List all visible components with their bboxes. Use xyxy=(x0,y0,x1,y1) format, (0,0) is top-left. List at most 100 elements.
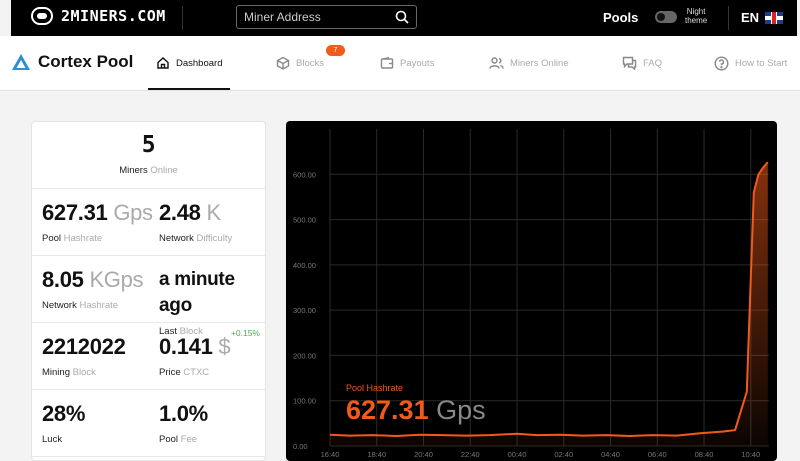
label-sub: Difficulty xyxy=(196,233,233,244)
label-main: Network xyxy=(42,300,77,311)
x-tick-label: 20:40 xyxy=(414,450,433,459)
x-tick-label: 00:40 xyxy=(508,450,527,459)
y-tick-label: 100.00 xyxy=(293,397,316,406)
label-main: Pool xyxy=(159,434,179,445)
chart-current-number: 627.31 xyxy=(346,395,429,425)
network-difficulty-unit: K xyxy=(206,200,221,225)
miner-logo-icon xyxy=(31,7,53,25)
pool-hashrate-unit: Gps xyxy=(113,200,153,225)
pool-fee-value: 1.0% xyxy=(159,401,208,426)
tab-payouts-label: Payouts xyxy=(400,57,435,69)
pool-stats-card: 5 Miners Online 627.31 Gps Pool Hashrate… xyxy=(31,121,266,461)
pools-menu[interactable]: Pools xyxy=(603,10,638,25)
y-tick-label: 600.00 xyxy=(293,170,316,179)
pool-hashrate-stat: 627.31 Gps Pool Hashrate xyxy=(42,200,153,244)
stats-row: 28% Luck 1.0% Pool Fee xyxy=(32,390,265,457)
tab-dashboard-label: Dashboard xyxy=(176,57,223,69)
last-block-value: a minute ago xyxy=(159,269,235,316)
price-change-badge: +0.15% xyxy=(230,328,260,338)
tab-faq[interactable]: FAQ xyxy=(622,56,662,70)
chart-current-unit: Gps xyxy=(436,395,486,425)
chat-icon xyxy=(622,56,637,70)
label-sub: Block xyxy=(72,367,96,378)
y-tick-label: 300.00 xyxy=(293,306,316,315)
users-icon xyxy=(489,57,504,69)
network-hashrate-stat: 8.05 KGps Network Hashrate xyxy=(42,267,144,311)
x-tick-label: 22:40 xyxy=(461,450,480,459)
pool-title[interactable]: Cortex Pool xyxy=(11,52,133,72)
top-bar: 2MINERS.COM Miner Address Pools Night th… xyxy=(11,0,797,36)
divider xyxy=(728,6,729,30)
chart-series-label: Pool Hashrate xyxy=(346,383,403,393)
network-hashrate-value: 8.05 xyxy=(42,267,84,292)
blocks-count-badge: 7 xyxy=(326,45,345,56)
brand-logo[interactable]: 2MINERS.COM xyxy=(31,7,166,25)
x-tick-label: 16:40 xyxy=(321,450,340,459)
label-main: Price xyxy=(159,367,181,378)
miners-online-stat: 5 Miners Online xyxy=(32,122,265,189)
night-label-line1: Night xyxy=(686,7,706,16)
tab-blocks[interactable]: Blocks xyxy=(276,56,324,70)
active-tab-indicator xyxy=(148,88,230,90)
tab-dashboard[interactable]: Dashboard xyxy=(156,56,222,70)
miners-online-label: Miners Online xyxy=(32,165,265,176)
label-main: Network xyxy=(159,233,194,244)
wallet-icon xyxy=(380,56,394,69)
night-theme-label: Night theme xyxy=(685,7,707,25)
mining-block-value: 2212022 xyxy=(42,334,126,359)
cube-icon xyxy=(276,56,290,70)
price-stat: 0.141 $ Price CTXC xyxy=(159,334,231,378)
pool-name: Cortex Pool xyxy=(38,52,134,71)
pool-navbar: Cortex Pool Dashboard Blocks 7 Payouts M… xyxy=(0,36,800,91)
pool-hashrate-chart[interactable]: 0.00 100.00 200.00 300.00 400.00 500.00 600.00… xyxy=(286,121,777,461)
night-theme-toggle[interactable] xyxy=(655,11,677,23)
language-selector[interactable]: EN xyxy=(741,10,784,25)
tab-faq-label: FAQ xyxy=(643,57,663,69)
miner-search[interactable]: Miner Address xyxy=(236,5,417,29)
y-tick-label: 200.00 xyxy=(293,351,316,360)
stats-row: 627.31 Gps Pool Hashrate 2.48 K Network … xyxy=(32,189,265,256)
x-tick-label: 08:40 xyxy=(695,450,714,459)
language-code: EN xyxy=(741,10,760,25)
label-main: Mining xyxy=(42,367,70,378)
tab-miners-online[interactable]: Miners Online xyxy=(489,56,569,70)
y-tick-label: 400.00 xyxy=(293,261,316,270)
y-tick-label: 500.00 xyxy=(293,216,316,225)
brand-name: 2MINERS.COM xyxy=(61,7,166,25)
pool-fee-stat: 1.0% Pool Fee xyxy=(159,401,208,445)
network-difficulty-value: 2.48 xyxy=(159,200,201,225)
uk-flag-icon xyxy=(765,11,784,24)
network-hashrate-unit: KGps xyxy=(89,267,144,292)
night-label-line2: theme xyxy=(685,16,708,25)
x-tick-label: 06:40 xyxy=(648,450,667,459)
label-main: Pool xyxy=(42,233,62,244)
chart-current-value: 627.31 Gps xyxy=(346,395,486,425)
label-sub: Fee xyxy=(180,434,198,445)
x-tick-label: 04:40 xyxy=(601,450,620,459)
tab-how-to-start[interactable]: How to Start xyxy=(714,56,787,71)
mining-block-stat: 2212022 Mining Block xyxy=(42,334,126,378)
stats-row: 2212022 Mining Block 0.141 $ Price CTXC … xyxy=(32,323,265,390)
network-difficulty-stat: 2.48 K Network Difficulty xyxy=(159,200,232,244)
divider xyxy=(182,6,183,30)
price-value: 0.141 xyxy=(159,334,213,359)
x-tick-label: 18:40 xyxy=(367,450,386,459)
x-tick-label: 02:40 xyxy=(554,450,573,459)
luck-value: 28% xyxy=(42,401,86,426)
tab-payouts[interactable]: Payouts xyxy=(380,56,434,70)
home-icon xyxy=(157,57,169,69)
hashrate-chart-svg[interactable]: 0.00 100.00 200.00 300.00 400.00 500.00 600.00… xyxy=(286,121,777,461)
label-main: Miners xyxy=(119,165,148,176)
label-main: Luck xyxy=(42,434,63,445)
label-sub: Online xyxy=(150,165,178,176)
search-icon[interactable] xyxy=(395,10,409,24)
price-unit: $ xyxy=(218,334,231,359)
stats-row: 8.05 KGps Network Hashrate a minute ago … xyxy=(32,256,265,337)
search-input[interactable]: Miner Address xyxy=(244,10,395,24)
label-sub: Hashrate xyxy=(63,233,103,244)
label-sub: Hashrate xyxy=(79,300,119,311)
x-tick-label: 10:40 xyxy=(741,450,760,459)
tab-how-to-start-label: How to Start xyxy=(735,58,788,69)
question-icon xyxy=(714,56,729,71)
cortex-logo-icon xyxy=(12,54,30,70)
